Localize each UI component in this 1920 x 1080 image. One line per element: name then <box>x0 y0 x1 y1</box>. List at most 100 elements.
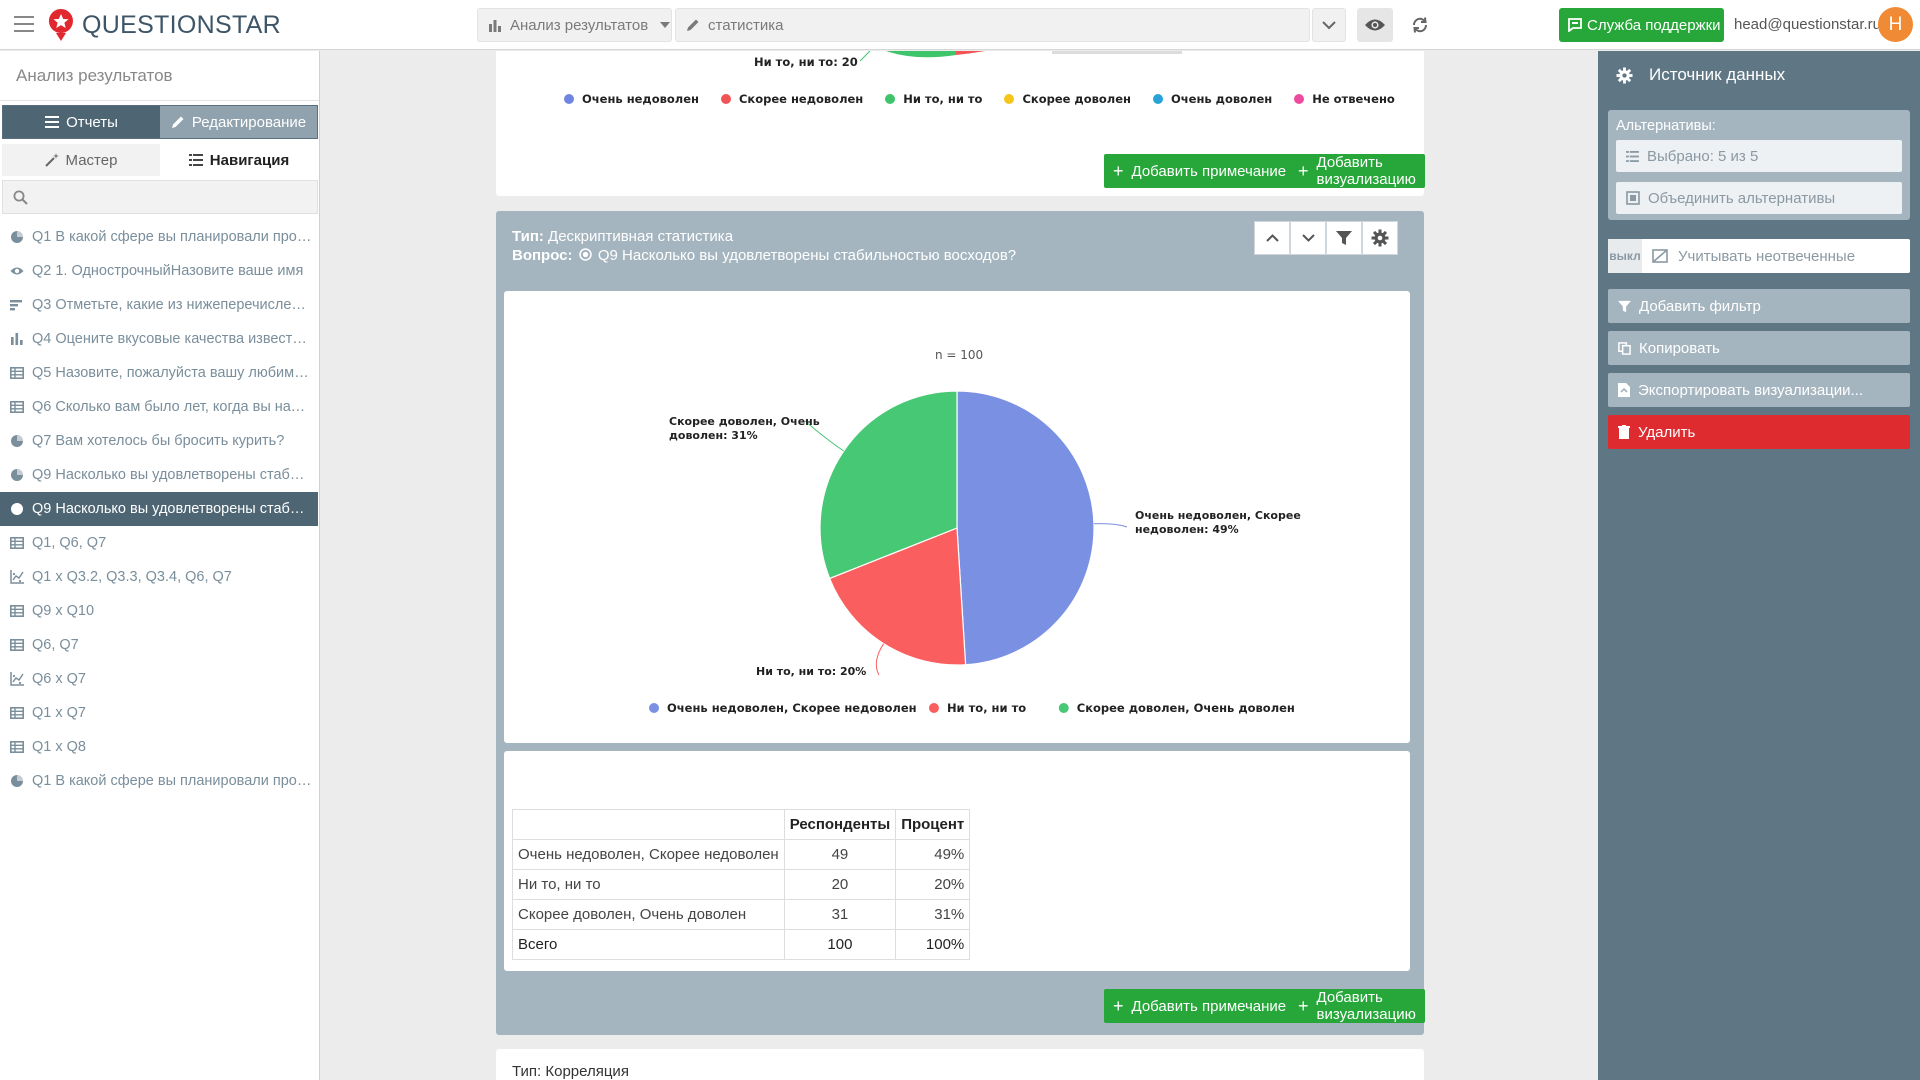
table-icon <box>10 400 24 413</box>
breadcrumb-section[interactable]: Анализ результатов <box>477 8 672 42</box>
alternatives-box: Альтернативы: Выбрано: 5 из 5 Объединить… <box>1608 110 1910 220</box>
breadcrumb-report[interactable]: статистика <box>675 8 1310 42</box>
pie-legend-label[interactable]: Очень недоволен, Скорее недоволен <box>667 701 917 715</box>
chevron-up-icon <box>1265 234 1279 242</box>
sidebar-nav-item[interactable]: Q6, Q7 <box>0 628 318 662</box>
pencil-icon <box>687 19 699 31</box>
filter-button[interactable] <box>1326 221 1362 255</box>
alternatives-select[interactable]: Выбрано: 5 из 5 <box>1616 140 1902 172</box>
sidebar-nav-item[interactable]: Q9 Насколько вы удовлетворены стабильнос… <box>0 492 318 526</box>
sidebar-nav-item[interactable]: Q1 x Q7 <box>0 696 318 730</box>
pie-slice-label: Скорее доволен, Очень доволен: 31% <box>669 415 820 442</box>
hidden-icon <box>1652 249 1668 263</box>
add-visualization-button[interactable]: + Добавить визуализацию <box>1289 989 1425 1023</box>
alternatives-selected: Выбрано: 5 из 5 <box>1647 147 1759 165</box>
pie-icon <box>11 435 23 447</box>
partial-pie-slice-red <box>956 51 996 55</box>
bar-vertical-icon <box>11 333 23 345</box>
add-visualization-button-top[interactable]: + Добавить визуализацию <box>1289 154 1425 188</box>
pie-slice[interactable] <box>956 390 1095 666</box>
tab-editing[interactable]: Редактирование <box>160 106 317 138</box>
sidebar-nav-item[interactable]: Q1 В какой сфере вы планировали проведен… <box>0 764 318 798</box>
refresh-icon <box>1412 17 1428 33</box>
sidebar-nav-item[interactable]: Q9 Насколько вы удовлетворены стабильнос… <box>0 458 318 492</box>
add-filter-button[interactable]: Добавить фильтр <box>1608 289 1910 323</box>
stats-table: Респонденты Процент Очень недоволен, Скор… <box>512 809 971 960</box>
sidebar-nav-item[interactable]: Q6 x Q7 <box>0 662 318 696</box>
legend-item[interactable]: Ни то, ни то <box>885 92 982 106</box>
export-button[interactable]: Экспортировать визуализации... <box>1608 373 1910 407</box>
legend-item[interactable]: Скорее доволен <box>1004 92 1131 106</box>
sidebar-nav-item[interactable]: Q9 x Q10 <box>0 594 318 628</box>
sidebar-nav-item-label: Q1 В какой сфере вы планировали проведен… <box>32 229 312 245</box>
sidebar-nav-item[interactable]: Q6 Сколько вам было лет, когда вы начали <box>0 390 318 424</box>
sidebar-nav-item[interactable]: Q2 1. ОднострочныйНазовите ваше имя <box>0 254 318 288</box>
merge-alternatives-button[interactable]: Объединить альтернативы <box>1616 182 1902 214</box>
sidebar-nav-item[interactable]: Q1 x Q8 <box>0 730 318 764</box>
plus-icon: + <box>1298 995 1309 1016</box>
pie-legend-label[interactable]: Скорее доволен, Очень доволен <box>1077 701 1295 715</box>
subtab-wizard[interactable]: Мастер <box>2 144 160 176</box>
list-icon <box>188 154 203 166</box>
pie-icon <box>11 503 23 515</box>
table-row: Очень недоволен, Скорее недоволен 49 49% <box>512 839 971 870</box>
question-label: Вопрос: <box>512 247 573 264</box>
plus-icon: + <box>1298 160 1309 181</box>
tab-reports[interactable]: Отчеты <box>3 106 160 138</box>
trash-icon <box>1618 425 1630 439</box>
sidebar-nav-item[interactable]: Q7 Вам хотелось бы бросить курить? <box>0 424 318 458</box>
table-header-cell: Респонденты <box>783 809 897 840</box>
report-dropdown-button[interactable] <box>1312 8 1346 42</box>
preview-button[interactable] <box>1357 8 1393 42</box>
plus-icon: + <box>1113 160 1124 181</box>
legend-item[interactable]: Скорее недоволен <box>720 92 863 106</box>
sidebar-nav-item[interactable]: Q1 x Q3.2, Q3.3, Q3.4, Q6, Q7 <box>0 560 318 594</box>
sidebar-nav-item[interactable]: Q4 Оцените вкусовые качества известных <box>0 322 318 356</box>
move-down-button[interactable] <box>1290 221 1326 255</box>
magic-wand-icon <box>44 153 59 167</box>
table-cell: 100% <box>895 929 971 960</box>
legend-item[interactable]: Очень недоволен <box>564 92 699 106</box>
add-note-button[interactable]: + Добавить примечание <box>1104 989 1296 1023</box>
move-up-button[interactable] <box>1254 221 1290 255</box>
subtab-navigation[interactable]: Навигация <box>160 144 318 176</box>
logo[interactable]: QUESTIONSTAR <box>48 8 281 42</box>
alternatives-label: Альтернативы: <box>1616 118 1716 134</box>
pie-legend-label[interactable]: Ни то, ни то <box>947 701 1026 715</box>
type-value: Дескриптивная статистика <box>548 228 734 245</box>
sidebar-search-input[interactable] <box>2 180 318 214</box>
sidebar-nav-item[interactable]: Q5 Назовите, пожалуйста вашу любимую мар… <box>0 356 318 390</box>
sidebar-nav-item[interactable]: Q1, Q6, Q7 <box>0 526 318 560</box>
pie-slice-label: Очень недоволен, Скорее недоволен: 49% <box>1135 509 1301 536</box>
toggle-state[interactable]: выкл <box>1608 239 1642 273</box>
delete-button[interactable]: Удалить <box>1608 415 1910 449</box>
unanswered-toggle[interactable]: выкл Учитывать неотвеченные <box>1608 239 1910 273</box>
support-button[interactable]: Служба поддержки <box>1559 8 1724 42</box>
add-note-button-top[interactable]: + Добавить примечание <box>1104 154 1296 188</box>
copy-button[interactable]: Копировать <box>1608 331 1910 365</box>
scatter-icon <box>10 570 24 584</box>
refresh-button[interactable] <box>1402 8 1438 42</box>
merge-alternatives-label: Объединить альтернативы <box>1648 189 1836 207</box>
avatar[interactable]: H <box>1878 7 1913 42</box>
pie-icon <box>11 231 23 243</box>
bar-horizontal-icon <box>10 300 22 311</box>
pie-icon <box>11 469 23 481</box>
legend-item[interactable]: Не отвечено <box>1294 92 1395 106</box>
legend-item[interactable]: Очень доволен <box>1152 92 1272 106</box>
legend-label: Не отвечено <box>1312 92 1395 106</box>
sidebar-nav-item[interactable]: Q3 Отметьте, какие из нижеперечисленных <box>0 288 318 322</box>
sidebar-nav-item[interactable]: Q1 В какой сфере вы планировали проведен… <box>0 220 318 254</box>
sidebar-nav-item-label: Q9 x Q10 <box>32 603 95 619</box>
gear-icon <box>1371 229 1389 247</box>
top-bar: QUESTIONSTAR Анализ результатов статисти… <box>0 0 1920 50</box>
sidebar: Анализ результатов Отчеты Редактирование… <box>0 51 320 1080</box>
legend-dot <box>564 94 574 104</box>
legend-dot <box>1294 94 1305 104</box>
user-email[interactable]: head@questionstar.ru <box>1734 16 1881 33</box>
settings-button[interactable] <box>1362 221 1398 255</box>
menu-icon[interactable] <box>14 16 34 32</box>
partial-pie-leader <box>859 51 871 62</box>
next-type-value: Корреляция <box>545 1063 629 1080</box>
add-filter-label: Добавить фильтр <box>1639 297 1761 315</box>
